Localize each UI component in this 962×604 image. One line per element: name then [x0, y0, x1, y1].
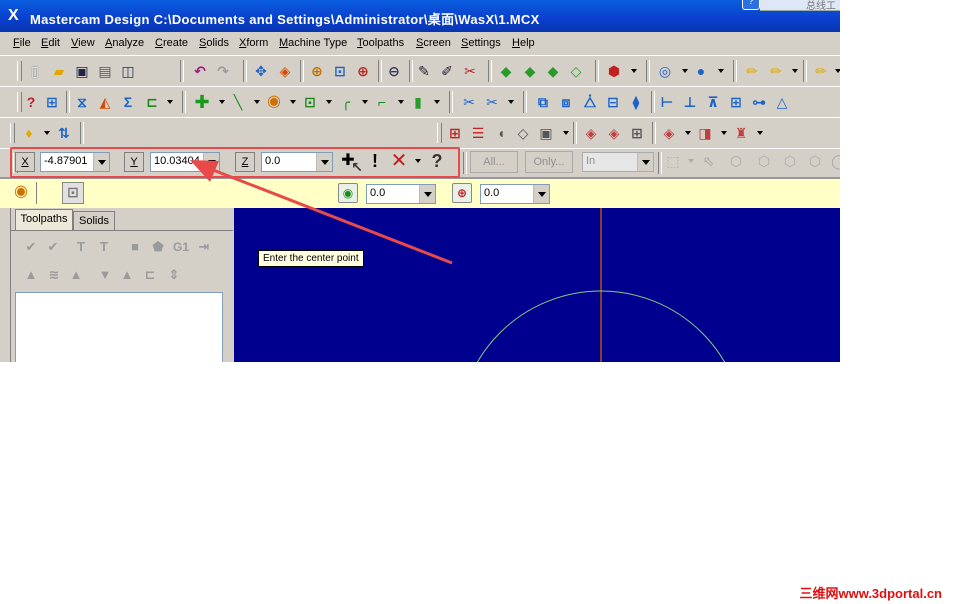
annotation-arrow: [190, 160, 453, 265]
mastercam-window: X Mastercam Design C:\Documents and Sett…: [0, 0, 840, 362]
arrow-shaft: [207, 166, 453, 265]
watermark: 三维网www.3dportal.cn: [799, 586, 942, 601]
arrow-head: [190, 160, 219, 182]
